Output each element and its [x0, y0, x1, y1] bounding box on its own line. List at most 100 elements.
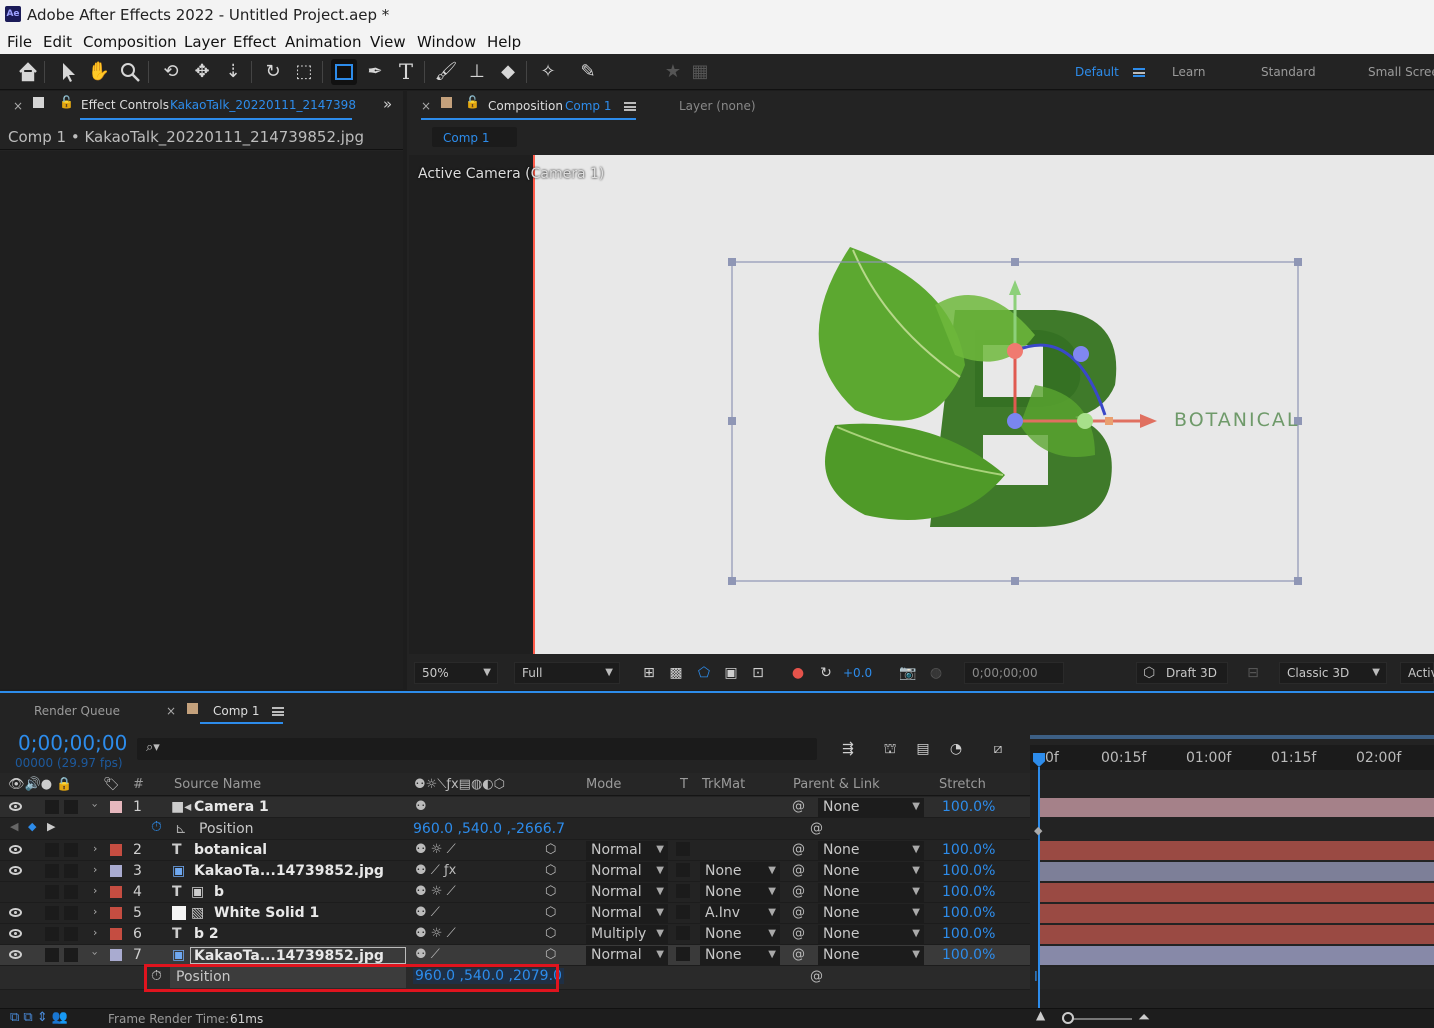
menu-file[interactable]: File — [7, 33, 32, 51]
mode-dropdown[interactable]: Normal ▼ — [586, 904, 668, 923]
graph-icon[interactable]: ⊾ — [175, 821, 187, 837]
orbit-camera-icon[interactable]: ⟲ — [158, 59, 184, 85]
layer-duration-bar[interactable] — [1040, 883, 1434, 902]
rotation-tool-icon[interactable]: ↻ — [260, 59, 286, 85]
stretch-value[interactable]: 100.0% — [942, 926, 995, 942]
shy-switch-icon[interactable]: ⚉ — [415, 799, 427, 814]
type-tool-icon[interactable]: T — [393, 59, 419, 85]
solo-toggle[interactable] — [45, 885, 59, 899]
trkmat-dropdown[interactable]: None ▼ — [700, 883, 780, 902]
grid-guides-icon[interactable]: ⊡ — [748, 663, 768, 683]
eye-icon[interactable] — [9, 929, 22, 938]
trkmat-dropdown[interactable]: None ▼ — [700, 862, 780, 881]
label-color-swatch[interactable] — [110, 865, 122, 877]
menu-help[interactable]: Help — [487, 33, 521, 51]
expression-pick-whip-icon[interactable]: @ — [810, 969, 823, 984]
3d-layer-icon[interactable]: ⬡ — [545, 947, 556, 962]
pan-behind-tool-icon[interactable]: ⬚ — [291, 59, 317, 85]
stopwatch-icon[interactable]: ⏱ — [151, 819, 162, 835]
menu-edit[interactable]: Edit — [43, 33, 72, 51]
eye-icon[interactable] — [9, 950, 22, 959]
preserve-transparency-toggle[interactable] — [676, 884, 690, 898]
rectangle-tool-icon[interactable] — [331, 59, 357, 85]
preserve-transparency-toggle[interactable] — [676, 947, 690, 961]
pen-tool-icon[interactable]: ✒ — [362, 59, 388, 85]
layer-duration-bar[interactable] — [1040, 904, 1434, 923]
menu-composition[interactable]: Composition — [83, 33, 177, 51]
label-color-swatch[interactable] — [110, 844, 122, 856]
view-dropdown[interactable]: Activ — [1400, 662, 1434, 684]
layer-duration-bar[interactable] — [1040, 862, 1434, 881]
close-icon[interactable]: × — [421, 99, 431, 113]
renderer-dropdown[interactable]: Classic 3D ▼ — [1279, 662, 1387, 684]
panel-menu-icon[interactable] — [272, 707, 284, 716]
chevron-right-icon[interactable]: › — [93, 842, 97, 855]
stretch-value[interactable]: 100.0% — [942, 884, 995, 900]
pan-camera-icon[interactable]: ✥ — [189, 59, 215, 85]
3d-layer-icon[interactable]: ⬡ — [545, 863, 556, 878]
solo-toggle[interactable] — [45, 906, 59, 920]
composition-tab-label[interactable]: Composition — [488, 99, 563, 113]
zoom-tool-icon[interactable] — [117, 59, 143, 85]
layer-name[interactable]: White Solid 1 — [214, 905, 319, 921]
3d-layer-icon[interactable]: ⬡ — [545, 905, 556, 920]
fast-preview-icon[interactable]: ⊞ — [639, 663, 659, 683]
chevron-down-icon[interactable]: › — [89, 951, 102, 955]
layer-name[interactable]: b 2 — [194, 926, 219, 942]
comp-sub-tab[interactable]: Comp 1 — [443, 131, 489, 145]
solo-toggle[interactable] — [45, 843, 59, 857]
mode-dropdown[interactable]: Normal ▼ — [586, 841, 668, 860]
switches-icon[interactable]: ⚉ ☼ ⟋ — [415, 842, 456, 857]
layer-row[interactable]: › 2 T botanical ⚉ ☼ ⟋ ⬡ Normal ▼ @ None ▼ … — [0, 840, 1030, 861]
next-keyframe-icon[interactable]: ▶ — [47, 820, 55, 833]
selection-tool-icon[interactable] — [55, 59, 81, 85]
chevron-right-icon[interactable]: › — [93, 863, 97, 876]
label-color-swatch[interactable] — [110, 949, 122, 961]
layer-name[interactable]: KakaoTa...14739852.jpg — [190, 947, 406, 964]
resolution-dropdown[interactable]: Full ▼ — [514, 662, 620, 684]
pick-whip-icon[interactable]: @ — [792, 842, 805, 857]
eye-icon[interactable] — [9, 845, 22, 854]
lock-toggle[interactable] — [64, 864, 78, 878]
mask-visibility-icon[interactable]: ⬠ — [694, 663, 714, 683]
trkmat-dropdown[interactable]: None ▼ — [700, 925, 780, 944]
parent-dropdown[interactable]: None ▼ — [818, 883, 924, 902]
preserve-transparency-toggle[interactable] — [676, 863, 690, 877]
composition-mini-flowchart-icon[interactable]: ⇶ — [838, 739, 858, 759]
solo-toggle[interactable] — [45, 948, 59, 962]
composition-canvas[interactable]: BOTANICAL — [535, 155, 1434, 654]
motion-blur-icon[interactable]: ◔ — [946, 739, 966, 759]
layer-tab[interactable]: Layer (none) — [679, 99, 756, 113]
label-color-swatch[interactable] — [110, 886, 122, 898]
parent-dropdown[interactable]: None ▼ — [818, 925, 924, 944]
solo-toggle[interactable] — [45, 864, 59, 878]
3d-layer-icon[interactable]: ⬡ — [545, 884, 556, 899]
stretch-value[interactable]: 100.0% — [942, 799, 995, 815]
pick-whip-icon[interactable]: @ — [792, 884, 805, 899]
layer-row-selected[interactable]: › 7 ▣ KakaoTa...14739852.jpg ⚉ ⟋ ⬡ Norma… — [0, 945, 1030, 966]
graph-editor-icon[interactable]: ⧄ — [988, 739, 1008, 759]
add-keyframe-icon[interactable]: ◆ — [28, 820, 36, 833]
stretch-value[interactable]: 100.0% — [942, 905, 995, 921]
workspace-menu-icon[interactable] — [1133, 68, 1145, 77]
stretch-value[interactable]: 100.0% — [942, 947, 995, 963]
timeline-timecode[interactable]: 0;00;00;00 — [18, 731, 127, 755]
label-color-swatch[interactable] — [110, 907, 122, 919]
layer-row[interactable]: › 3 ▣ KakaoTa...14739852.jpg ⚉ ⟋ ƒx ⬡ No… — [0, 861, 1030, 882]
chevron-right-icon[interactable]: › — [93, 905, 97, 918]
trkmat-dropdown[interactable]: A.Inv ▼ — [700, 904, 780, 923]
layer-name[interactable]: KakaoTa...14739852.jpg — [194, 863, 384, 879]
pick-whip-icon[interactable]: @ — [792, 905, 805, 920]
layer-search-input[interactable] — [137, 738, 817, 760]
mode-dropdown[interactable]: Normal ▼ — [586, 862, 668, 881]
timeline-comp-tab[interactable]: Comp 1 — [213, 704, 259, 718]
reset-exposure-icon[interactable]: ↻ — [816, 663, 836, 683]
snapshot-camera-icon[interactable]: 📷 — [898, 663, 918, 683]
effect-controls-tab-target[interactable]: KakaoTalk_20220111_2147398 — [170, 98, 356, 112]
dolly-camera-icon[interactable]: ⇣ — [220, 59, 246, 85]
label-color-swatch[interactable] — [110, 928, 122, 940]
lock-icon[interactable]: 🔓 — [465, 95, 480, 109]
lock-toggle[interactable] — [64, 927, 78, 941]
3d-layer-icon[interactable]: ⬡ — [545, 926, 556, 941]
hand-tool-icon[interactable]: ✋ — [86, 59, 112, 85]
